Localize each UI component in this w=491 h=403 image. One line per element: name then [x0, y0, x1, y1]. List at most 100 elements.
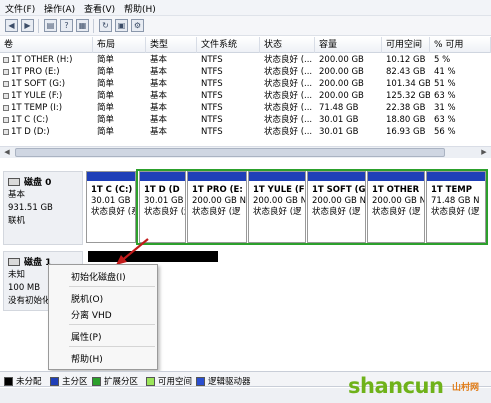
refresh-icon[interactable]: ↻: [99, 19, 112, 32]
table-row[interactable]: 1T SOFT (G:) 简单 基本 NTFS 状态良好 (... 200.00…: [0, 78, 491, 90]
table-row[interactable]: 1T PRO (E:) 简单 基本 NTFS 状态良好 (... 200.00 …: [0, 66, 491, 78]
table-header: 卷 布局 类型 文件系统 状态 容量 可用空间 % 可用: [0, 37, 491, 53]
legend-primary: 主分区: [50, 375, 88, 387]
menu-help[interactable]: 帮助(H): [124, 2, 156, 15]
volume-free-space: 82.43 GB: [386, 67, 426, 77]
table-row[interactable]: 1T TEMP (I:) 简单 基本 NTFS 状态良好 (... 71.48 …: [0, 102, 491, 114]
menu-item-properties[interactable]: 属性(P): [71, 330, 101, 343]
partition-other[interactable]: 1T OTHER 200.00 GB N 状态良好 (逻: [367, 171, 425, 243]
scroll-thumb[interactable]: [15, 148, 445, 157]
volume-status: 状态良好 (...: [264, 103, 313, 113]
partition-name: 1T SOFT (G: [312, 185, 366, 195]
watermark-logo: shancun: [348, 374, 444, 398]
toolbar: ◀ ▶ ▤ ? ▦ ↻ ▣ ⚙: [0, 16, 491, 36]
disk0-label[interactable]: 磁盘 0 基本 931.51 GB 联机: [3, 171, 83, 245]
volume-percent-free: 5 %: [434, 55, 451, 65]
partition-bar: [249, 172, 305, 181]
column-header-type[interactable]: 类型: [146, 37, 197, 53]
volume-percent-free: 56 %: [434, 127, 456, 137]
volume-status: 状态良好 (...: [264, 55, 313, 65]
volume-free-space: 125.32 GB: [386, 91, 430, 101]
volume-type: 基本: [150, 55, 168, 65]
menu-item-detach-vhd[interactable]: 分离 VHD: [71, 308, 112, 321]
rescan-icon[interactable]: ▣: [115, 19, 128, 32]
watermark-suffix: 山村网: [452, 383, 480, 393]
legend-swatch: [50, 376, 59, 386]
column-header-free-space[interactable]: 可用空间: [382, 37, 430, 53]
column-header-status[interactable]: 状态: [260, 37, 315, 53]
volume-capacity: 30.01 GB: [319, 127, 359, 137]
disk0-type: 基本: [8, 190, 26, 200]
list-view-icon[interactable]: ▤: [44, 19, 57, 32]
scroll-left-icon[interactable]: ◀: [1, 147, 13, 158]
legend-swatch: [196, 376, 205, 386]
volume-icon: [3, 129, 9, 135]
partition-bar: [368, 172, 424, 181]
legend-extended: 扩展分区: [92, 375, 138, 387]
partition-c[interactable]: 1T C (C:) 30.01 GB 状态良好 (系: [86, 171, 136, 243]
column-header-capacity[interactable]: 容量: [315, 37, 382, 53]
menu-view[interactable]: 查看(V): [84, 2, 115, 15]
volume-percent-free: 63 %: [434, 91, 456, 101]
column-header-filesystem[interactable]: 文件系统: [197, 37, 260, 53]
partition-status: 状态良好 (逻: [431, 207, 480, 217]
column-header-percent-free[interactable]: % 可用: [430, 37, 491, 53]
partition-size: 200.00 GB N: [372, 196, 425, 206]
volume-free-space: 101.34 GB: [386, 79, 430, 89]
volume-free-space: 18.80 GB: [386, 115, 426, 125]
partition-name: 1T YULE (F: [253, 185, 305, 195]
volume-type: 基本: [150, 79, 168, 89]
context-menu: 初始化磁盘(I) 脱机(O) 分离 VHD 属性(P) 帮助(H): [48, 264, 158, 370]
column-header-volume[interactable]: 卷: [0, 37, 93, 53]
table-row[interactable]: 1T OTHER (H:) 简单 基本 NTFS 状态良好 (... 200.0…: [0, 54, 491, 66]
forward-icon[interactable]: ▶: [21, 19, 34, 32]
column-header-layout[interactable]: 布局: [93, 37, 146, 53]
volume-table: 卷 布局 类型 文件系统 状态 容量 可用空间 % 可用 1T OTHER (H…: [0, 37, 491, 157]
volume-name: 1T PRO (E:): [11, 67, 60, 77]
menu-separator: [69, 324, 155, 325]
volume-icon: [3, 93, 9, 99]
menu-file[interactable]: 文件(F): [5, 2, 35, 15]
volume-filesystem: NTFS: [201, 103, 223, 113]
partition-soft[interactable]: 1T SOFT (G 200.00 GB N 状态良好 (逻: [307, 171, 366, 243]
menu-separator: [69, 286, 155, 287]
partition-bar: [188, 172, 246, 181]
partition-d[interactable]: 1T D (D 30.01 GB 状态良好 (逻: [139, 171, 186, 243]
menu-item-help[interactable]: 帮助(H): [71, 352, 103, 365]
partition-size: 30.01 GB: [144, 196, 184, 206]
volume-percent-free: 51 %: [434, 79, 456, 89]
volume-capacity: 71.48 GB: [319, 103, 359, 113]
scroll-right-icon[interactable]: ▶: [478, 147, 490, 158]
partition-name: 1T TEMP: [431, 185, 472, 195]
partition-status: 状态良好 (逻: [253, 207, 302, 217]
volume-name: 1T TEMP (I:): [11, 103, 63, 113]
help-icon[interactable]: ?: [60, 19, 73, 32]
partition-pro[interactable]: 1T PRO (E: 200.00 GB N 状态良好 (逻: [187, 171, 247, 243]
table-row[interactable]: 1T C (C:) 简单 基本 NTFS 状态良好 (... 30.01 GB …: [0, 114, 491, 126]
table-row[interactable]: 1T D (D:) 简单 基本 NTFS 状态良好 (... 30.01 GB …: [0, 126, 491, 138]
back-icon[interactable]: ◀: [5, 19, 18, 32]
disk1-unallocated-bar[interactable]: [88, 251, 218, 262]
volume-filesystem: NTFS: [201, 55, 223, 65]
volume-icon: [3, 105, 9, 111]
volume-capacity: 200.00 GB: [319, 55, 364, 65]
volume-filesystem: NTFS: [201, 127, 223, 137]
partition-temp[interactable]: 1T TEMP 71.48 GB N 状态良好 (逻: [426, 171, 486, 243]
volume-layout: 简单: [97, 103, 115, 113]
volume-type: 基本: [150, 91, 168, 101]
partition-size: 71.48 GB N: [431, 196, 480, 206]
menu-separator: [69, 346, 155, 347]
settings-icon[interactable]: ⚙: [131, 19, 144, 32]
partition-bar: [87, 172, 135, 181]
menu-item-initialize-disk[interactable]: 初始化磁盘(I): [71, 270, 126, 283]
properties-icon[interactable]: ▦: [76, 19, 89, 32]
menu-action[interactable]: 操作(A): [44, 2, 75, 15]
table-row[interactable]: 1T YULE (F:) 简单 基本 NTFS 状态良好 (... 200.00…: [0, 90, 491, 102]
menu-item-offline[interactable]: 脱机(O): [71, 292, 103, 305]
volume-capacity: 200.00 GB: [319, 67, 364, 77]
horizontal-scrollbar[interactable]: ◀ ▶: [0, 146, 491, 158]
menu-bar: 文件(F) 操作(A) 查看(V) 帮助(H): [0, 0, 491, 16]
disk0-status: 联机: [8, 216, 26, 226]
partition-name: 1T OTHER: [372, 185, 420, 195]
partition-yule[interactable]: 1T YULE (F 200.00 GB N 状态良好 (逻: [248, 171, 306, 243]
